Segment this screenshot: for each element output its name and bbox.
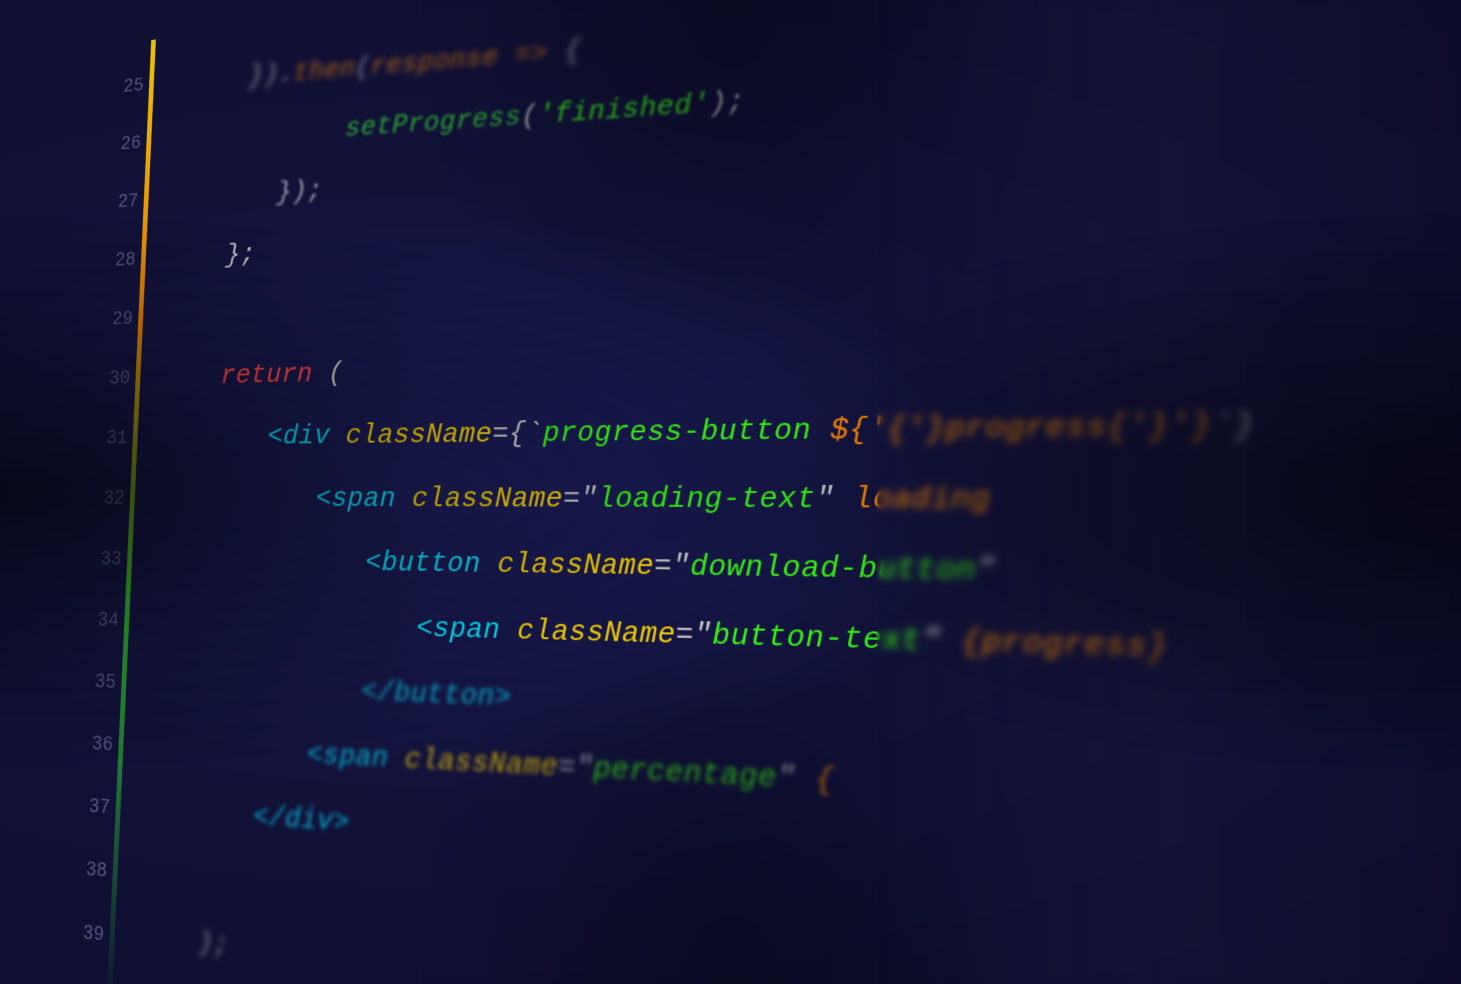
token	[388, 743, 405, 777]
token: =>	[514, 38, 548, 71]
token	[498, 41, 515, 73]
token: "	[922, 624, 962, 661]
line-num-32: 32	[88, 469, 134, 530]
line-num-30: 30	[94, 349, 140, 410]
token: response	[370, 42, 498, 82]
token: );	[197, 928, 230, 964]
line-num-40: 40	[63, 965, 110, 984]
line-num-33: 33	[85, 529, 131, 591]
line-num-35: 35	[79, 651, 126, 715]
token: className	[345, 419, 492, 452]
token: <div	[267, 421, 330, 453]
token: ="	[558, 751, 594, 787]
token: setProgress	[345, 102, 522, 145]
token: </div>	[253, 801, 350, 840]
token	[395, 484, 412, 516]
token: percentage	[593, 753, 777, 797]
token: {	[815, 763, 834, 800]
token: ${'{'}	[830, 413, 946, 449]
token: (	[521, 101, 538, 133]
token: <span	[315, 484, 396, 516]
token	[329, 421, 346, 452]
line-num-39: 39	[66, 901, 113, 969]
token: );	[709, 86, 745, 121]
token: ="	[563, 483, 598, 516]
code-container: 25 26 27 28 29 30 31 32 33 34 35 36 37 3…	[64, 0, 1461, 984]
line-num-37: 37	[73, 775, 120, 841]
token: };	[225, 240, 256, 271]
token: {	[547, 36, 581, 70]
line-num-29: 29	[96, 289, 142, 350]
token: </button>	[361, 676, 512, 715]
line-num-26: 26	[105, 114, 150, 175]
token: loading-text	[598, 483, 816, 517]
token: progress	[945, 411, 1107, 448]
token: className	[497, 549, 654, 584]
code-lines: }).then(response => { setProgress('finis…	[122, 0, 1461, 984]
token: {progress}	[961, 625, 1169, 667]
token: button-text	[712, 619, 922, 659]
token: <button	[365, 547, 481, 581]
token: "	[777, 761, 815, 799]
token-return: return	[220, 359, 313, 392]
token: className	[517, 615, 676, 653]
code-line-32: <span className="loading-text" loading	[151, 462, 1461, 540]
code-screen: 25 26 27 28 29 30 31 32 33 34 35 36 37 3…	[0, 0, 1461, 984]
token: "	[976, 554, 996, 590]
token: ={`	[492, 418, 543, 451]
token: ="	[654, 550, 690, 584]
line-num-31: 31	[91, 409, 137, 469]
line-num-28: 28	[99, 231, 144, 292]
token: ="	[676, 619, 713, 654]
token: <span	[307, 739, 389, 776]
token: });	[276, 176, 323, 209]
line-num-34: 34	[82, 590, 128, 653]
token: `}	[1212, 409, 1256, 446]
token	[500, 615, 518, 649]
token: (	[355, 53, 372, 84]
token	[811, 414, 830, 448]
line-num-25: 25	[108, 57, 153, 118]
token: (	[312, 358, 344, 390]
token: className	[412, 483, 564, 516]
token-finished: 'finished'	[538, 89, 710, 132]
line-num-27: 27	[102, 172, 147, 233]
token: "	[816, 483, 854, 518]
token: then	[293, 54, 355, 89]
token: {'}'}	[1106, 409, 1212, 446]
token: progress-button	[543, 415, 812, 451]
token: download-button	[690, 551, 976, 590]
token: }).	[248, 59, 294, 92]
line-num-36: 36	[76, 713, 123, 778]
token	[480, 549, 498, 582]
token: loading	[854, 483, 991, 518]
token: className	[404, 744, 558, 785]
line-num-38: 38	[70, 838, 117, 905]
token: <span	[416, 613, 501, 648]
